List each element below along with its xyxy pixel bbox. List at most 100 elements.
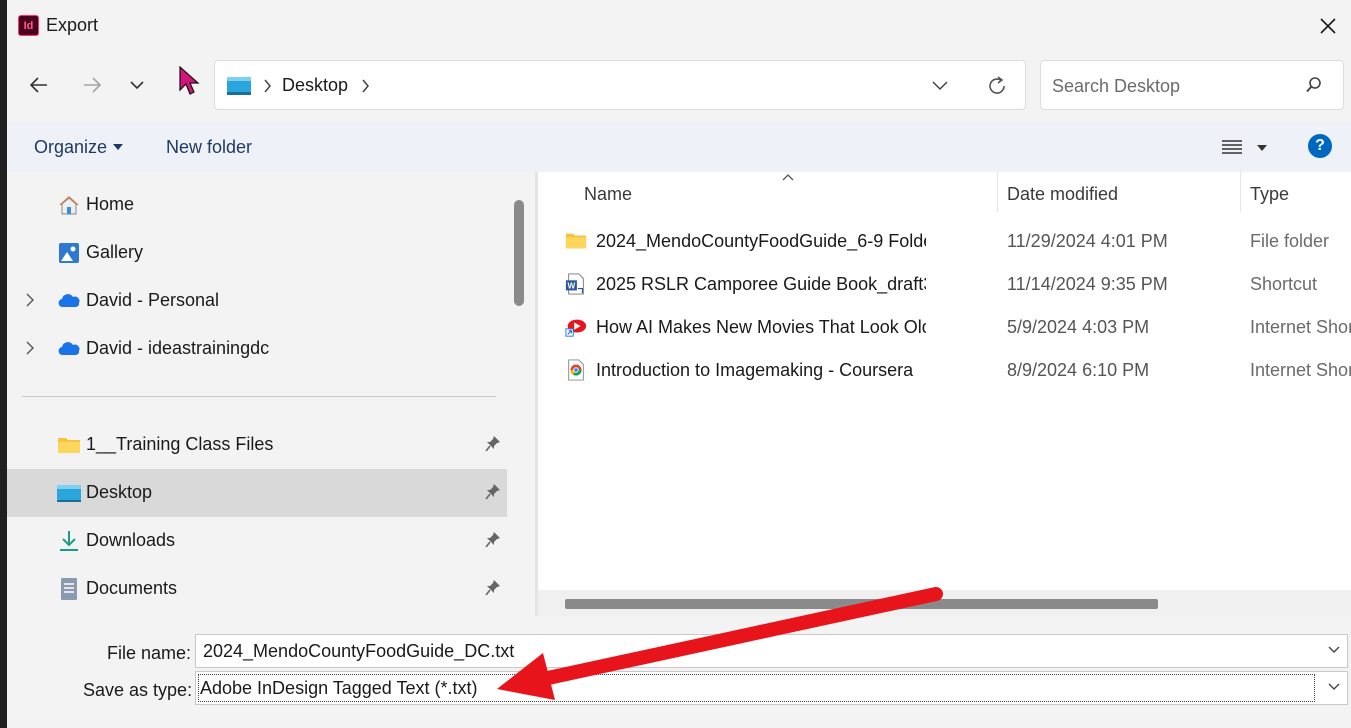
close-icon bbox=[1320, 18, 1336, 34]
file-date: 8/9/2024 6:10 PM bbox=[1007, 360, 1150, 380]
organize-button[interactable]: Organize bbox=[34, 137, 107, 158]
search-box[interactable]: Search Desktop bbox=[1040, 60, 1344, 110]
folder-icon bbox=[565, 233, 587, 249]
search-input[interactable]: Search Desktop bbox=[1052, 76, 1180, 97]
file-row[interactable]: How AI Makes New Movies That Look Old - … bbox=[538, 307, 1351, 350]
title-bar: Id Export bbox=[7, 0, 1351, 52]
chevron-down-icon[interactable] bbox=[1327, 682, 1341, 692]
file-type: Shortcut bbox=[1250, 274, 1318, 294]
file-name: Introduction to Imagemaking - Coursera bbox=[596, 360, 914, 380]
file-type: Internet Shor bbox=[1250, 360, 1351, 380]
nav-item-david-ideastrainingdc[interactable]: David - ideastrainingdc bbox=[7, 325, 507, 373]
search-icon bbox=[1306, 77, 1321, 93]
refresh-icon[interactable] bbox=[985, 74, 1009, 98]
pin-icon[interactable] bbox=[485, 483, 501, 501]
nav-scrollbar[interactable] bbox=[514, 200, 524, 306]
caret-down-icon bbox=[113, 144, 123, 150]
indesign-app-icon: Id bbox=[18, 15, 39, 36]
file-row[interactable]: Introduction to Imagemaking - Coursera 8… bbox=[538, 350, 1351, 393]
command-bar: Organize New folder ? bbox=[7, 122, 1351, 173]
address-bar[interactable]: Desktop bbox=[214, 60, 1026, 110]
scrollbar-thumb[interactable] bbox=[565, 599, 1158, 609]
nav-item-gallery[interactable]: Gallery bbox=[7, 229, 507, 277]
horizontal-scrollbar[interactable] bbox=[538, 590, 1351, 616]
save-as-type-value[interactable]: Adobe InDesign Tagged Text (*.txt) bbox=[200, 678, 478, 699]
address-history-dropdown-icon[interactable] bbox=[931, 75, 949, 95]
breadcrumb-chevron-icon bbox=[264, 79, 271, 93]
navigation-bar: Desktop Search Desktop bbox=[7, 52, 1351, 122]
save-as-type-label: Save as type: bbox=[83, 680, 193, 700]
breadcrumb-chevron-icon[interactable] bbox=[361, 76, 371, 96]
arrow-right-icon bbox=[84, 77, 102, 93]
back-button[interactable] bbox=[24, 70, 54, 100]
internet-shortcut-icon bbox=[565, 319, 587, 337]
gallery-icon bbox=[59, 243, 79, 263]
nav-item-david-personal[interactable]: David - Personal bbox=[7, 277, 507, 325]
mouse-cursor-icon bbox=[179, 66, 200, 95]
folder-icon bbox=[58, 438, 80, 453]
chevron-right-icon[interactable] bbox=[25, 293, 35, 307]
onedrive-icon bbox=[58, 342, 80, 355]
column-separator[interactable] bbox=[1240, 172, 1241, 212]
caret-down-icon[interactable] bbox=[1257, 145, 1267, 151]
save-as-type-select[interactable]: Adobe InDesign Tagged Text (*.txt) bbox=[195, 671, 1348, 705]
file-name-label: File name: bbox=[107, 643, 192, 663]
chevron-down-icon[interactable] bbox=[1327, 645, 1341, 655]
column-header-name[interactable]: Name bbox=[584, 184, 632, 205]
pin-icon[interactable] bbox=[485, 435, 501, 453]
file-date: 5/9/2024 4:03 PM bbox=[1007, 317, 1150, 337]
file-list: Name Date modified Type 2024_MendoCounty… bbox=[538, 172, 1351, 616]
word-shortcut-icon: W bbox=[565, 273, 584, 295]
nav-label: David - ideastrainingdc bbox=[86, 338, 270, 358]
nav-item-downloads[interactable]: Downloads bbox=[7, 517, 507, 565]
file-row[interactable]: W 2025 RSLR Camporee Guide Book_draft3a.… bbox=[538, 264, 1351, 307]
file-date: 11/14/2024 9:35 PM bbox=[1007, 274, 1168, 294]
pin-icon[interactable] bbox=[485, 531, 501, 549]
documents-icon bbox=[61, 578, 77, 600]
nav-label: Downloads bbox=[86, 530, 176, 550]
help-button[interactable]: ? bbox=[1308, 134, 1332, 158]
nav-item-home[interactable]: Home bbox=[7, 181, 507, 229]
onedrive-icon bbox=[58, 294, 80, 307]
sort-ascending-icon bbox=[782, 174, 794, 181]
save-options: File name: 2024_MendoCountyFoodGuide_DC.… bbox=[7, 616, 1351, 728]
file-name: 2024_MendoCountyFoodGuide_6-9 Folder bbox=[596, 231, 926, 251]
recent-locations-button[interactable] bbox=[122, 70, 152, 100]
file-name-field[interactable]: 2024_MendoCountyFoodGuide_DC.txt bbox=[195, 634, 1348, 668]
nav-label: David - Personal bbox=[86, 290, 220, 310]
chevron-down-icon bbox=[130, 81, 144, 90]
nav-label: 1__Training Class Files bbox=[86, 434, 274, 454]
close-button[interactable] bbox=[1305, 6, 1351, 46]
column-header-date[interactable]: Date modified bbox=[1007, 184, 1118, 205]
nav-label: Documents bbox=[86, 578, 178, 598]
breadcrumb-desktop[interactable]: Desktop bbox=[282, 75, 348, 96]
pin-icon[interactable] bbox=[485, 579, 501, 597]
nav-label: Gallery bbox=[86, 242, 144, 262]
nav-item-desktop[interactable]: Desktop bbox=[7, 469, 507, 517]
file-name: How AI Makes New Movies That Look Old - … bbox=[596, 317, 926, 337]
nav-divider bbox=[22, 396, 496, 397]
view-options-icon[interactable] bbox=[1222, 139, 1242, 155]
arrow-left-icon bbox=[29, 77, 47, 93]
chrome-shortcut-icon bbox=[568, 359, 584, 381]
forward-button[interactable] bbox=[77, 70, 107, 100]
file-row[interactable]: 2024_MendoCountyFoodGuide_6-9 Folder 11/… bbox=[538, 221, 1351, 264]
nav-label: Desktop bbox=[86, 482, 153, 502]
chevron-right-icon[interactable] bbox=[25, 341, 35, 355]
column-header-type[interactable]: Type bbox=[1250, 184, 1289, 205]
file-type: File folder bbox=[1250, 231, 1330, 251]
column-separator[interactable] bbox=[997, 172, 998, 212]
file-date: 11/29/2024 4:01 PM bbox=[1007, 231, 1168, 251]
file-type: Internet Shor bbox=[1250, 317, 1351, 337]
new-folder-button[interactable]: New folder bbox=[166, 137, 252, 158]
desktop-icon bbox=[227, 77, 251, 95]
export-dialog: Id Export Desktop Search Desktop Organiz… bbox=[7, 0, 1351, 728]
dialog-title: Export bbox=[46, 15, 99, 35]
navigation-pane: Home Gallery David - Personal David - id… bbox=[7, 172, 535, 616]
download-icon bbox=[60, 531, 78, 551]
nav-item-documents[interactable]: Documents bbox=[7, 565, 507, 613]
desktop-icon bbox=[57, 485, 81, 502]
file-name-input[interactable]: 2024_MendoCountyFoodGuide_DC.txt bbox=[203, 641, 514, 662]
home-icon bbox=[59, 196, 79, 215]
nav-item-training-class-files[interactable]: 1__Training Class Files bbox=[7, 421, 507, 469]
